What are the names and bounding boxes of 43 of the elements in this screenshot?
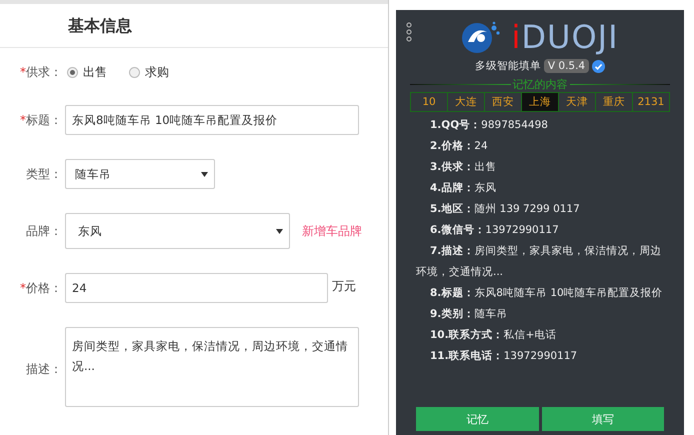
add-brand-link[interactable]: 新增车品牌 (302, 222, 362, 240)
price-input[interactable]: 24 (65, 273, 328, 303)
radio-option[interactable]: 求购 (129, 64, 169, 81)
dropdown-caret-icon (276, 228, 283, 234)
memory-tab[interactable]: 2131 (633, 93, 669, 111)
field-label: 类型： (25, 166, 62, 182)
field-label: *供求： (19, 64, 62, 81)
dropdown-caret-icon (201, 172, 208, 176)
radio-option[interactable]: 出售 (67, 64, 107, 81)
memory-entry: 10.联系方式：私信+电话 (429, 328, 558, 343)
action-button[interactable]: 填写 (542, 407, 664, 431)
memory-tab[interactable]: 上海 (522, 93, 559, 111)
title-input[interactable]: 东风8吨随车吊 10吨随车吊配置及报价 (65, 105, 359, 135)
memory-entry: 5.地区：随州 139 7299 0117 (429, 202, 581, 217)
memory-entry: 6.微信号：13972990117 (429, 223, 560, 238)
memory-entry: 2.价格：24 (429, 139, 489, 154)
memory-tab[interactable]: 10 (411, 93, 448, 111)
memory-tab[interactable]: 天津 (559, 93, 596, 111)
field-label: *标题： (19, 112, 62, 128)
memory-entry: 9.类别：随车吊 (429, 307, 508, 322)
memory-entry: 11.联系电话：13972990117 (429, 349, 578, 364)
logo-icon (461, 20, 502, 54)
action-button[interactable]: 记忆 (416, 407, 538, 431)
memory-entry: 4.品牌：东风 (429, 181, 498, 196)
logo-text: iDUOJI (511, 21, 618, 53)
check-icon (592, 60, 606, 72)
unit-label: 万元 (332, 278, 356, 295)
memory-entry: 1.QQ号：9897854498 (429, 118, 549, 133)
type-select[interactable]: 随车吊 (65, 159, 215, 189)
brand-select[interactable]: 东风 (65, 213, 290, 249)
memory-entry: 8.标题：东风8吨随车吊 10吨随车吊配置及报价 (429, 286, 664, 301)
memory-heading: 记忆的内容 (512, 77, 568, 92)
description-textarea[interactable]: 房间类型，家具家电，保洁情况，周边环境，交通情况... (65, 327, 359, 407)
memory-entry: 3.供求：出售 (429, 160, 498, 175)
subtitle: 多级智能填单 (474, 59, 541, 73)
field-label: *价格： (19, 280, 62, 296)
more-icon[interactable] (406, 22, 412, 42)
field-label: 描述： (25, 361, 62, 378)
memory-tab[interactable]: 重庆 (596, 93, 633, 111)
field-label: 品牌： (25, 222, 62, 240)
memory-entry: 7.描述：房间类型，家具家电，保洁情况，周边环境，交通情况... (416, 244, 662, 280)
memory-tab[interactable]: 大连 (448, 93, 485, 111)
version-badge: V 0.5.4 (544, 59, 590, 73)
